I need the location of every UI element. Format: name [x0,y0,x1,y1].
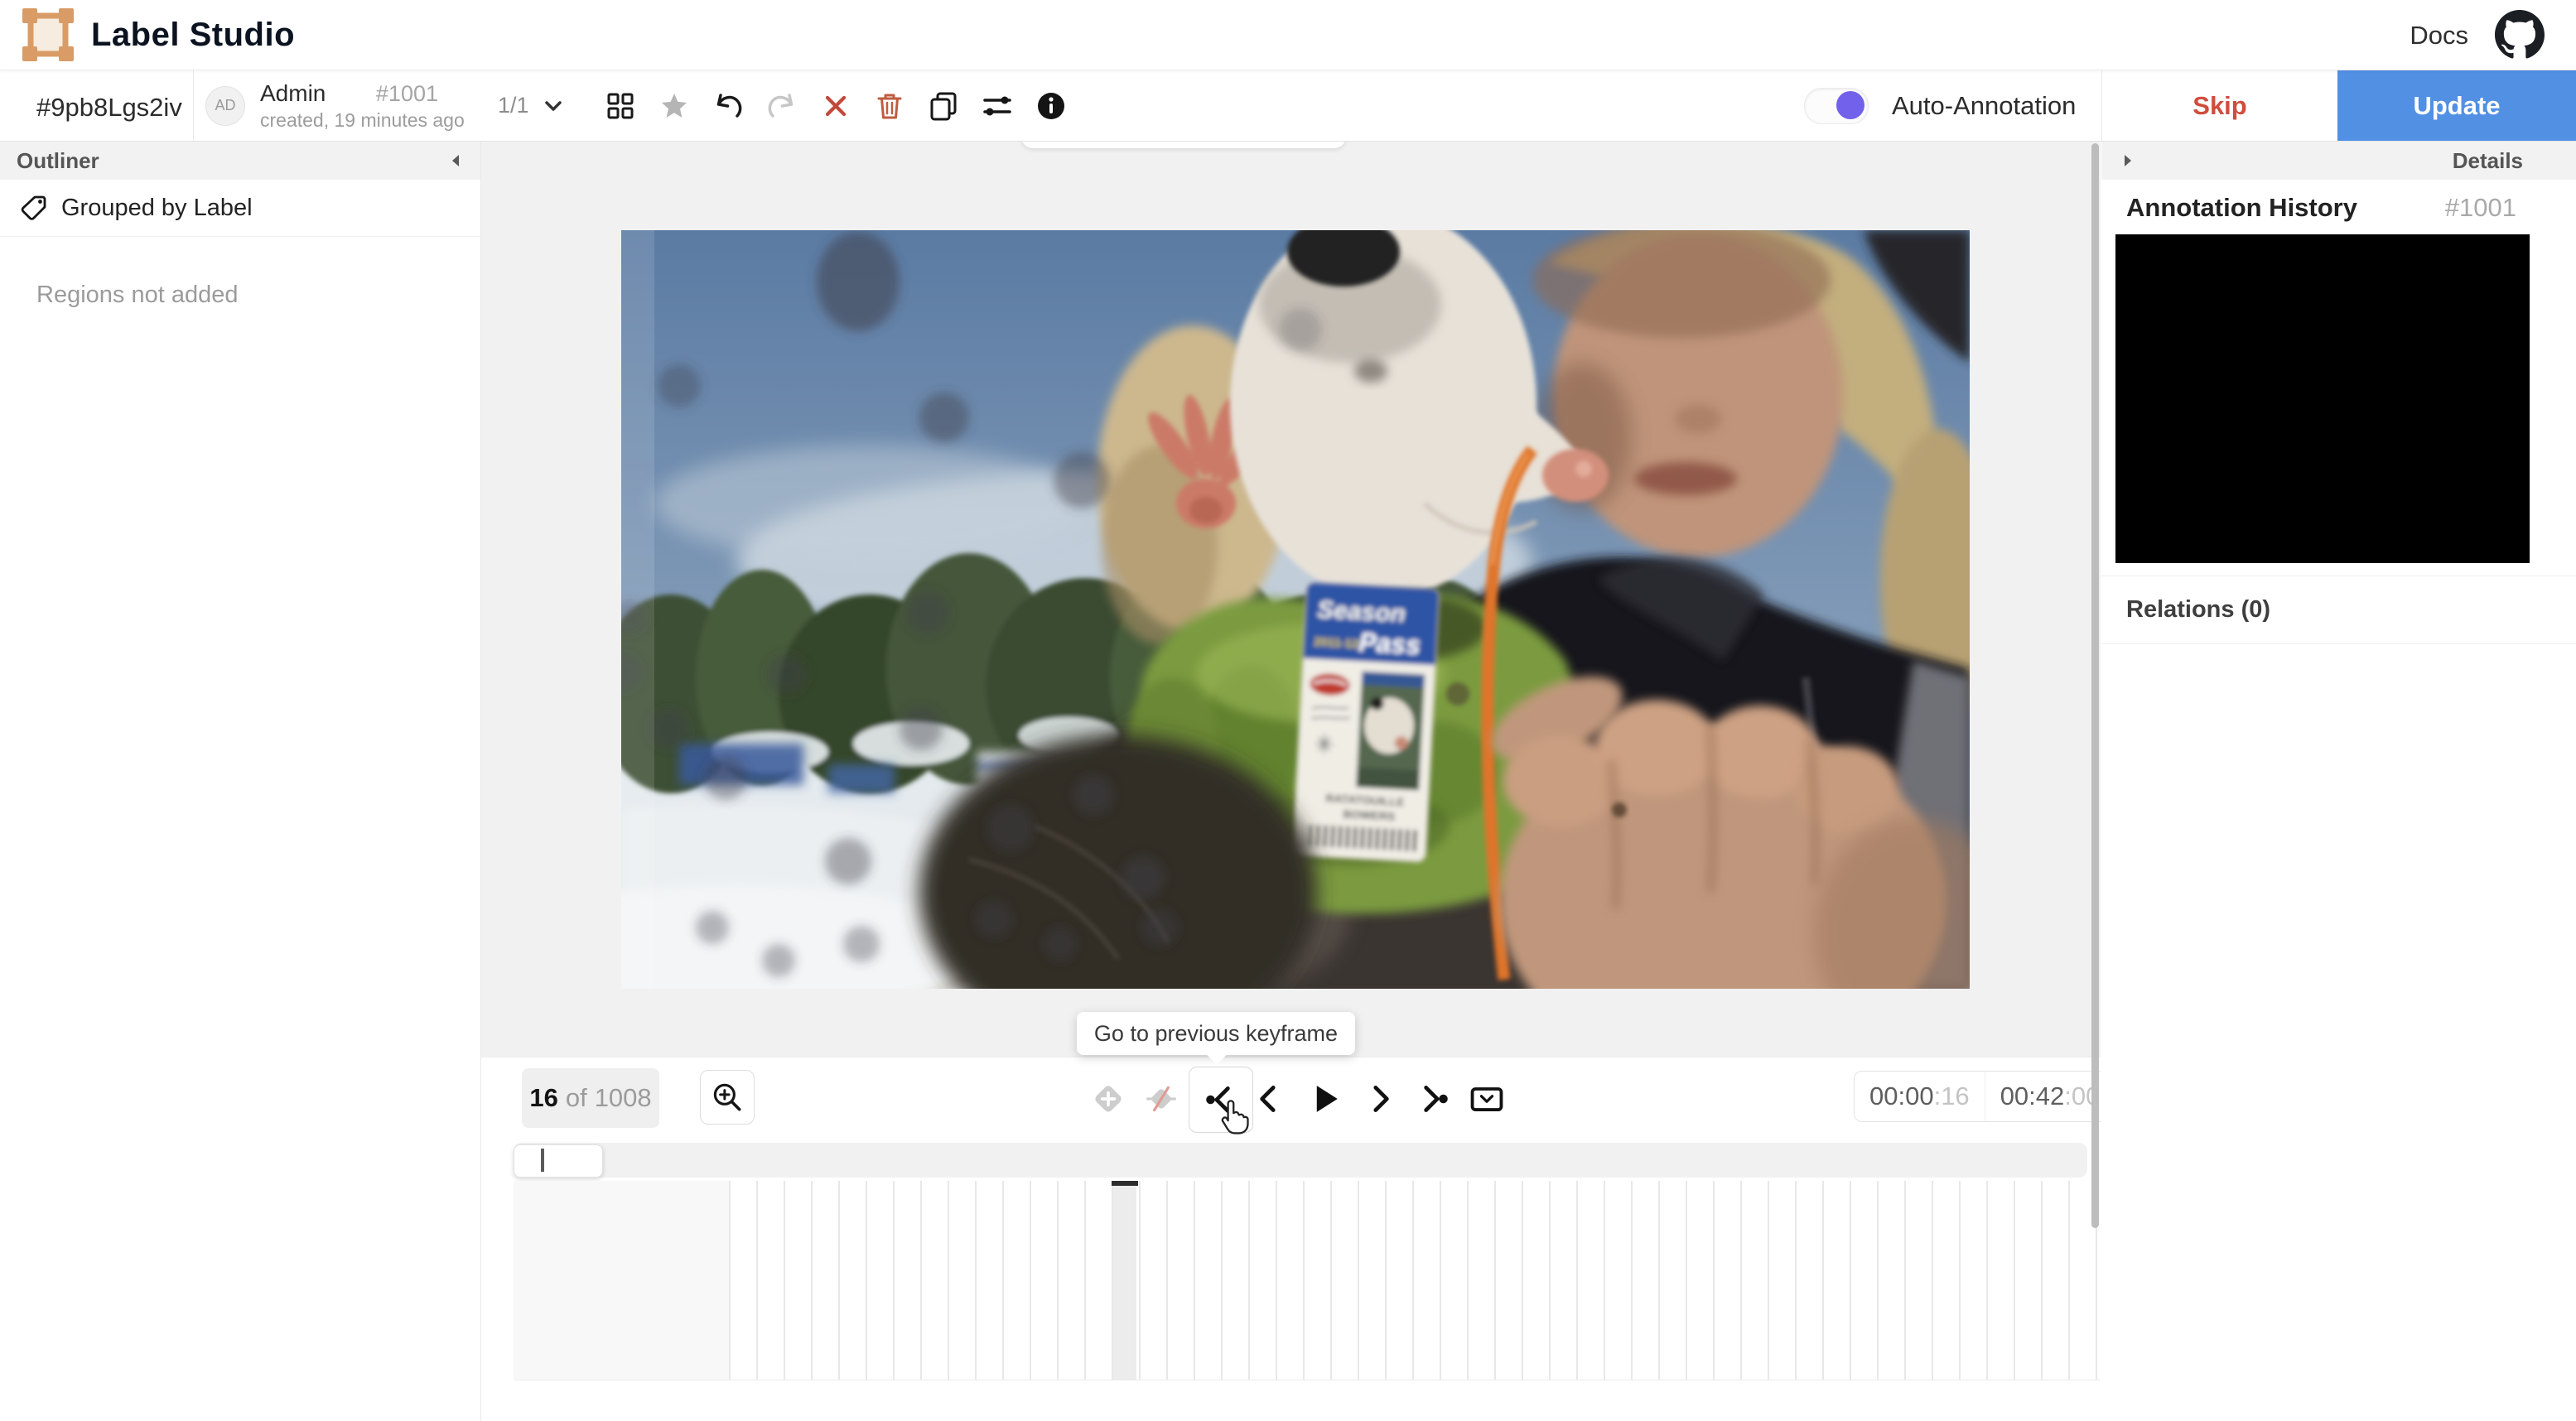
svg-text:BOWERS: BOWERS [1343,807,1396,823]
add-keyframe-button[interactable] [1081,1057,1136,1140]
hand-cursor-icon [1216,1097,1251,1135]
annotator-name: Admin [260,79,326,106]
delete-button[interactable] [862,79,916,132]
outliner-panel: Outliner Grouped by Label Regions not ad… [0,142,481,1421]
svg-text:Pass: Pass [1358,627,1421,660]
svg-text:Season: Season [1316,596,1406,629]
frame-counter[interactable]: 16 of 1008 [522,1068,659,1128]
docs-link[interactable]: Docs [2410,21,2468,51]
collapse-left-icon[interactable] [447,152,464,169]
vertical-scrollbar[interactable] [2091,143,2099,1228]
play-button[interactable] [1298,1057,1353,1140]
current-time[interactable]: 00:00:16 [1854,1071,1985,1122]
regions-empty-message: Regions not added [36,282,239,308]
svg-text:2011-12: 2011-12 [1314,635,1359,652]
next-frame-button[interactable] [1353,1057,1407,1140]
grid-view-button[interactable] [593,79,647,132]
workspace: Season 2011-12 Pass RATATOUILLE BOWERS G… [481,142,2101,1421]
divider [193,70,194,141]
label-studio-logo-icon[interactable] [22,8,75,61]
star-button[interactable] [647,79,701,132]
video-frame[interactable]: Season 2011-12 Pass RATATOUILLE BOWERS [621,230,1970,989]
annotation-selector[interactable]: AD Admin #1001 created, 19 minutes ago 1… [205,70,567,141]
auto-annotation-toggle[interactable] [1804,87,1869,124]
label-studio-app: Label Studio Docs #9pb8Lgs2iv AD Admin #… [0,0,2576,1421]
relations-section[interactable]: Relations (0) [2101,576,2576,644]
app-header: Label Studio Docs [0,0,2576,70]
relations-label: Relations (0) [2126,596,2271,623]
seek-track[interactable] [514,1143,2087,1178]
annotation-created: created, 19 minutes ago [260,108,465,131]
ruler-ticks [729,1181,2101,1380]
annotation-toolbar: #9pb8Lgs2iv AD Admin #1001 created, 19 m… [0,70,2576,142]
auto-annotation-label: Auto-Annotation [1892,90,2077,120]
annotation-id: #1001 [375,80,438,106]
floating-toolbar-edge [1021,142,1346,148]
annotation-actions [593,70,1078,141]
seek-handle[interactable] [514,1144,603,1178]
outliner-header: Outliner [0,142,480,180]
details-panel: Details Annotation History #1001 Relatio… [2101,142,2576,1421]
chevron-down-icon[interactable] [539,92,567,120]
video-timeline: 16 of 1008 00:00:16 00:42:00 [481,1057,2101,1421]
cancel-button[interactable] [808,79,862,132]
annotator-info: Admin #1001 created, 19 minutes ago [260,79,465,132]
settings-button[interactable] [970,79,1024,132]
toggle-knob [1836,90,1864,119]
current-frame[interactable]: 16 [529,1083,557,1113]
annotation-history-id: #1001 [2444,193,2516,222]
group-by-label-selector[interactable]: Grouped by Label [0,180,480,237]
next-keyframe-button[interactable] [1406,1057,1460,1140]
playhead-tick [1112,1181,1138,1186]
group-mode-label: Grouped by Label [61,194,253,221]
details-title: Details [2452,147,2523,173]
playhead-marker [541,1149,544,1172]
github-icon[interactable] [2495,10,2545,60]
total-frames: 1008 [594,1083,652,1112]
frame-ruler[interactable] [514,1181,2101,1380]
ruler-lead [514,1181,729,1380]
annotation-counter: 1/1 [498,93,529,118]
info-button[interactable] [1024,79,1078,132]
auto-annotation-group: Auto-Annotation [1804,70,2076,141]
avatar-initials: AD [215,97,236,113]
season-pass-badge: Season 2011-12 Pass RATATOUILLE BOWERS [1292,581,1440,863]
duplicate-button[interactable] [916,79,970,132]
toggle-interpolation-button[interactable] [1134,1057,1189,1140]
total-time: 00:42:00 [1985,1071,2101,1122]
annotation-history-row: Annotation History #1001 [2126,193,2516,223]
task-id: #9pb8Lgs2iv [36,93,182,122]
tag-icon [18,193,48,223]
expand-right-icon[interactable] [2120,152,2136,169]
avatar: AD [205,85,245,126]
undo-button[interactable] [701,79,755,132]
toggle-timeline-button[interactable] [1459,1057,1514,1140]
annotation-preview [2115,234,2530,563]
app-title: Label Studio [91,17,295,53]
annotation-history-label: Annotation History [2126,193,2357,222]
details-header: Details [2101,142,2576,180]
update-button[interactable]: Update [2337,70,2576,141]
redo-button[interactable] [755,79,808,132]
time-display: 00:00:16 00:42:00 [1854,1071,2101,1122]
zoom-in-button[interactable] [700,1070,755,1125]
outliner-title: Outliner [17,147,99,173]
skip-button[interactable]: Skip [2102,70,2337,141]
tooltip-text: Go to previous keyframe [1093,1020,1339,1046]
video-illustration: Season 2011-12 Pass RATATOUILLE BOWERS [621,230,1970,989]
tooltip: Go to previous keyframe [1077,1012,1355,1065]
current-frame-column[interactable] [1112,1181,1138,1380]
